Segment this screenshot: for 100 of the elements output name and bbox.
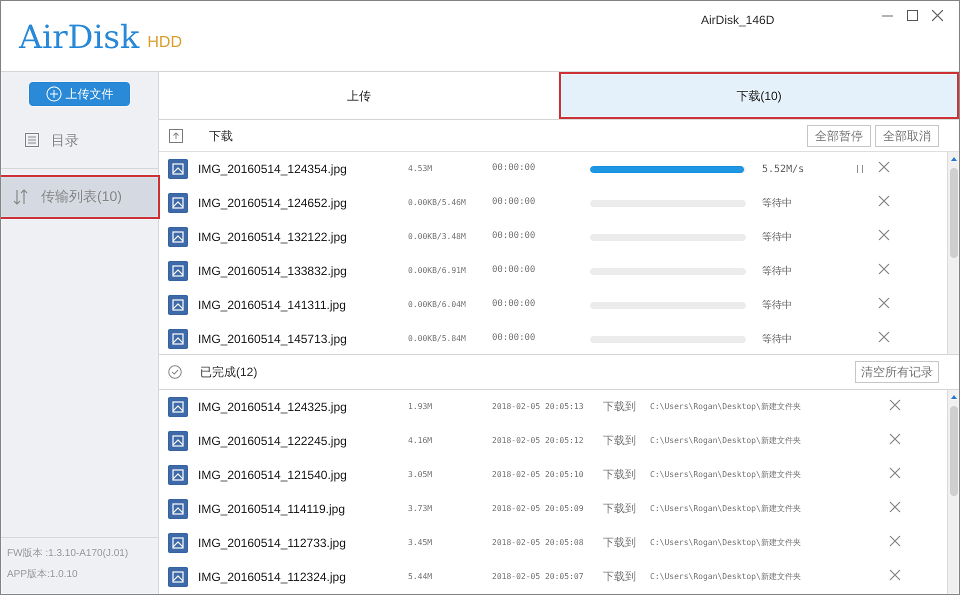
close-icon[interactable] — [889, 399, 901, 411]
image-file-icon — [168, 159, 188, 179]
image-file-icon — [168, 261, 188, 281]
image-file-icon — [168, 397, 188, 417]
elapsed-time: 00:00:00 — [492, 230, 536, 244]
image-file-icon — [168, 193, 188, 213]
close-icon[interactable] — [889, 501, 901, 513]
file-size: 0.00KB/6.04M — [408, 299, 467, 311]
download-path: C:\Users\Rogan\Desktop\新建文件夹 — [650, 537, 802, 549]
bulk-action-button[interactable]: 全部暂停 — [807, 124, 871, 146]
close-icon[interactable] — [889, 467, 901, 479]
up-down-arrows-icon — [13, 188, 29, 204]
maximize-icon[interactable] — [907, 10, 918, 21]
file-name: IMG_20160514_112324.jpg — [198, 569, 347, 586]
file-size: 5.44M — [408, 571, 434, 583]
download-to-label: 下载到 — [603, 400, 637, 415]
completed-date: 2018-02-05 20:05:10 — [492, 469, 585, 481]
file-name: IMG_20160514_124325.jpg — [198, 399, 348, 416]
file-size: 0.00KB/3.48M — [408, 231, 467, 243]
image-file-icon — [168, 329, 188, 349]
file-size: 3.73M — [408, 503, 434, 515]
transfer-status: 等待中 — [762, 230, 793, 244]
file-name: IMG_20160514_133832.jpg — [198, 263, 348, 280]
file-name: IMG_20160514_121540.jpg — [198, 467, 348, 484]
download-to-label: 下载到 — [603, 570, 637, 585]
close-icon[interactable] — [932, 10, 943, 21]
upload-file-button[interactable]: 上传文件 — [29, 82, 130, 106]
elapsed-time: 00:00:00 — [492, 196, 536, 210]
download-to-label: 下载到 — [603, 502, 637, 517]
scrollbar[interactable] — [947, 152, 959, 354]
logo-suffix: HDD — [147, 35, 182, 51]
upload-box-icon — [169, 128, 183, 142]
download-to-label: 下载到 — [603, 434, 637, 449]
elapsed-time: 00:00:00 — [492, 162, 536, 176]
check-circle-icon — [168, 365, 182, 379]
version-text: FW版本 :1.3.10-A170(J.01) — [7, 546, 130, 561]
device-name: AirDisk_146D — [701, 12, 774, 29]
section-title: 下载 — [209, 128, 233, 144]
close-icon[interactable] — [878, 263, 890, 275]
file-name: IMG_20160514_112733.jpg — [198, 535, 347, 552]
file-size: 4.16M — [408, 435, 434, 447]
close-icon[interactable] — [878, 331, 890, 343]
elapsed-time: 00:00:00 — [492, 264, 536, 278]
file-size: 0.00KB/6.91M — [408, 265, 467, 277]
file-size: 1.93M — [408, 401, 434, 413]
image-file-icon — [168, 227, 188, 247]
tab[interactable]: 下载(10) — [559, 72, 959, 119]
file-size: 4.53M — [408, 163, 434, 175]
download-path: C:\Users\Rogan\Desktop\新建文件夹 — [650, 401, 802, 413]
image-file-icon — [168, 465, 188, 485]
transfer-status: 等待中 — [762, 298, 793, 312]
plus-circle-icon — [46, 86, 62, 102]
download-to-label: 下载到 — [603, 468, 637, 483]
image-file-icon — [168, 295, 188, 315]
sidebar-item[interactable]: 目录 — [1, 120, 158, 160]
elapsed-time: 00:00:00 — [492, 298, 536, 312]
elapsed-time: 00:00:00 — [492, 332, 536, 346]
file-size: 3.45M — [408, 537, 434, 549]
file-name: IMG_20160514_141311.jpg — [198, 297, 347, 314]
completed-date: 2018-02-05 20:05:12 — [492, 435, 585, 447]
close-icon[interactable] — [878, 195, 890, 207]
pause-icon[interactable] — [857, 165, 863, 173]
transfer-status: 等待中 — [762, 196, 793, 210]
download-path: C:\Users\Rogan\Desktop\新建文件夹 — [650, 503, 802, 515]
image-file-icon — [168, 431, 188, 451]
app-logo: AirDisk — [19, 21, 140, 53]
file-size: 0.00KB/5.84M — [408, 333, 467, 345]
completed-date: 2018-02-05 20:05:09 — [492, 503, 585, 515]
download-path: C:\Users\Rogan\Desktop\新建文件夹 — [650, 469, 802, 481]
version-text: APP版本:1.0.10 — [7, 568, 79, 582]
close-icon[interactable] — [889, 433, 901, 445]
clear-records-button[interactable]: 清空所有记录 — [855, 361, 939, 383]
sidebar-item[interactable]: 传输列表(10) — [1, 176, 158, 216]
close-icon[interactable] — [878, 229, 890, 241]
list-icon — [25, 133, 39, 147]
image-file-icon — [168, 499, 188, 519]
scrollbar[interactable] — [947, 390, 959, 594]
close-icon[interactable] — [889, 569, 901, 581]
section-title: 已完成(12) — [200, 364, 258, 381]
image-file-icon — [168, 567, 188, 587]
file-size: 0.00KB/5.46M — [408, 197, 467, 209]
file-size: 3.05M — [408, 469, 434, 481]
close-icon[interactable] — [889, 535, 901, 547]
file-name: IMG_20160514_132122.jpg — [198, 229, 348, 246]
file-name: IMG_20160514_124652.jpg — [198, 195, 348, 212]
image-file-icon — [168, 533, 188, 553]
file-name: IMG_20160514_145713.jpg — [198, 331, 348, 348]
file-name: IMG_20160514_124354.jpg — [198, 161, 348, 178]
download-path: C:\Users\Rogan\Desktop\新建文件夹 — [650, 435, 802, 447]
download-path: C:\Users\Rogan\Desktop\新建文件夹 — [650, 571, 802, 583]
download-to-label: 下载到 — [603, 536, 637, 551]
close-icon[interactable] — [878, 297, 890, 309]
transfer-status: 5.52M/s — [762, 162, 806, 176]
transfer-status: 等待中 — [762, 264, 793, 278]
bulk-action-button[interactable]: 全部取消 — [875, 124, 939, 146]
file-name: IMG_20160514_114119.jpg — [198, 501, 346, 518]
transfer-status: 等待中 — [762, 332, 793, 346]
close-icon[interactable] — [878, 161, 890, 173]
file-name: IMG_20160514_122245.jpg — [198, 433, 348, 450]
completed-date: 2018-02-05 20:05:07 — [492, 571, 585, 583]
